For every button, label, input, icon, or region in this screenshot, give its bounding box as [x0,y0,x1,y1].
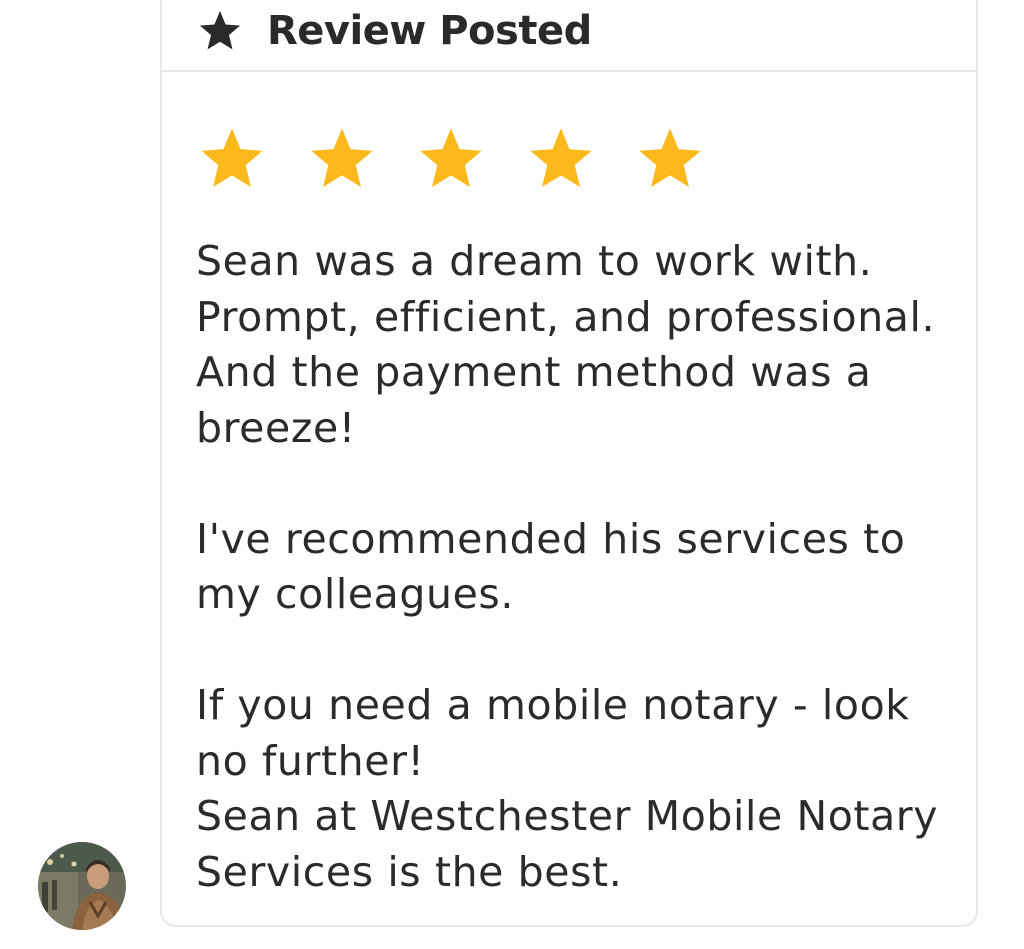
review-line: Prompt, efficient, and professional. [196,292,936,341]
rating-star-icon [310,128,373,187]
rating-star-icon [529,128,592,187]
rating-star-icon [420,128,482,187]
avatar-photo [38,842,126,930]
rating-star-icon [639,128,701,187]
review-line: Sean was a dream to work with. [196,237,873,285]
review-card: Review Posted Sean was a dream to work w… [160,0,978,927]
paragraph-break [196,623,966,679]
review-line: Sean at Westchester Mobile Notary [196,792,939,840]
rating-star-icon [201,128,263,187]
review-line: If you need a mobile notary - look [196,681,910,729]
card-header: Review Posted [162,2,976,72]
card-title: Review Posted [267,8,592,54]
star-icon [199,10,241,50]
review-text: Sean was a dream to work with. Prompt, ef… [196,234,966,900]
review-line: breeze! [196,403,356,452]
review-line: Services is the best. [196,847,623,896]
paragraph-break [196,456,966,512]
review-line: And the payment method was a [196,348,872,396]
review-line: my colleagues. [196,570,515,618]
reviewer-avatar[interactable] [38,842,126,930]
review-line: I've recommended his services to [196,514,906,563]
review-line: no further! [196,736,425,785]
